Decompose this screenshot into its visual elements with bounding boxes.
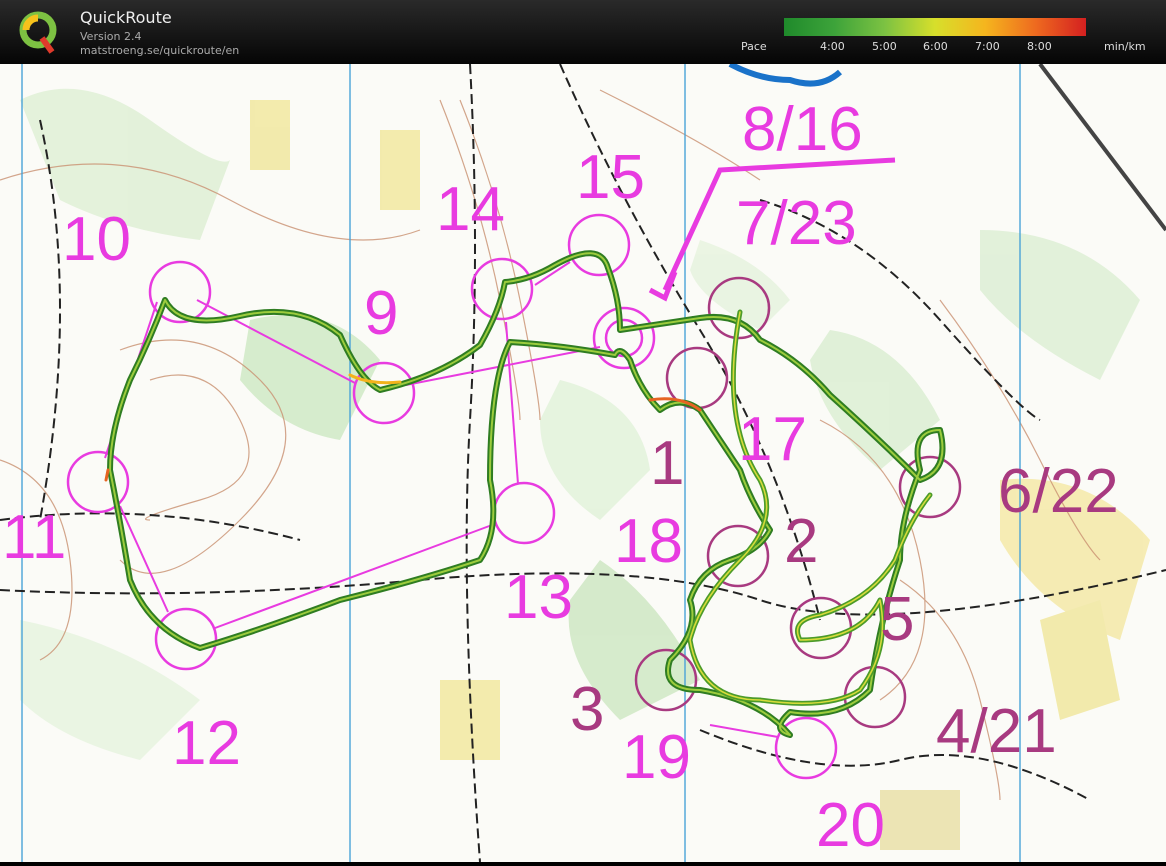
label-control-18: 18 — [614, 507, 683, 576]
pace-color-scale — [784, 18, 1086, 36]
pace-tick: 7:00 — [975, 40, 1000, 53]
label-control-9: 9 — [364, 279, 398, 348]
pace-unit: min/km — [1104, 40, 1146, 53]
control-15[interactable] — [567, 213, 631, 277]
pace-tick: 4:00 — [820, 40, 845, 53]
label-control-7-23: 7/23 — [736, 189, 857, 258]
label-control-13: 13 — [504, 563, 573, 632]
control-8-16[interactable] — [592, 306, 656, 370]
label-control-1: 1 — [650, 429, 684, 498]
black-road — [1038, 62, 1166, 232]
label-control-11: 11 — [2, 503, 66, 572]
label-control-10: 10 — [62, 205, 131, 274]
gps-route — [104, 250, 946, 738]
app-url[interactable]: matstroeng.se/quickroute/en — [80, 44, 239, 57]
label-control-17: 17 — [738, 405, 807, 474]
quickroute-logo-icon — [19, 11, 57, 54]
app-header: QuickRoute Version 2.4 matstroeng.se/qui… — [0, 0, 1166, 64]
control-13[interactable] — [492, 481, 556, 545]
app-version: Version 2.4 — [80, 30, 142, 43]
label-control-12: 12 — [172, 709, 241, 778]
pace-tick: 5:00 — [872, 40, 897, 53]
water-stream — [728, 61, 843, 87]
label-control-6-22: 6/22 — [998, 457, 1119, 526]
label-control-2: 2 — [784, 507, 818, 576]
label-control-19: 19 — [622, 723, 691, 792]
control-circles — [66, 213, 962, 780]
map-canvas: 10 9 11 12 13 14 15 8/16 7/23 17 18 19 2… — [0, 61, 1166, 863]
pace-tick: 8:00 — [1027, 40, 1052, 53]
label-control-15: 15 — [576, 143, 645, 212]
label-control-4-21: 4/21 — [936, 697, 1057, 766]
app-title: QuickRoute — [80, 8, 172, 27]
label-control-3: 3 — [570, 675, 604, 744]
label-control-8-16: 8/16 — [742, 95, 863, 164]
label-control-5: 5 — [880, 585, 914, 654]
label-control-20: 20 — [816, 791, 885, 860]
label-control-14: 14 — [436, 175, 505, 244]
orienteering-map[interactable]: 10 9 11 12 13 14 15 8/16 7/23 17 18 19 2… — [0, 61, 1166, 863]
pace-label: Pace — [741, 40, 767, 53]
pace-tick: 6:00 — [923, 40, 948, 53]
